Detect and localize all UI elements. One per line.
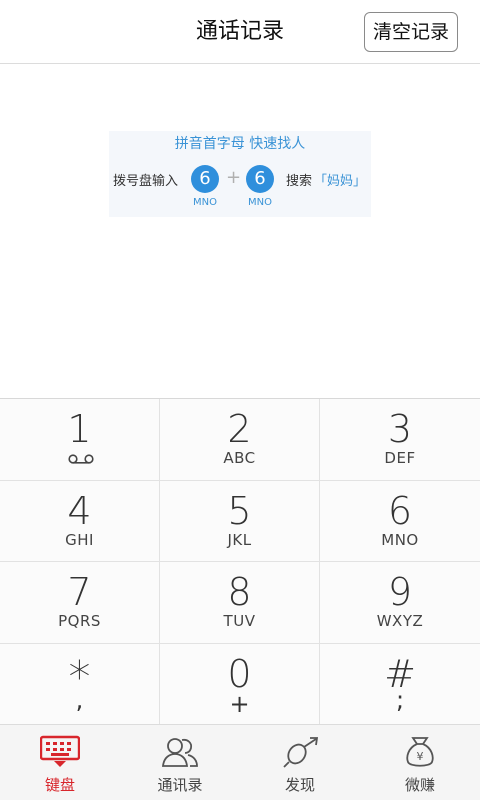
key-digit: 0 <box>227 651 252 696</box>
key-2[interactable]: 2 ABC <box>160 399 320 481</box>
key-letters: ABC <box>223 449 256 467</box>
svg-text:¥: ¥ <box>417 750 424 763</box>
tab-keyboard[interactable]: 键盘 <box>0 725 120 800</box>
key-symbol: , <box>75 685 84 714</box>
tip-example-row: 拨号盘输入 6 + 6 搜索 「妈妈」 <box>109 165 371 193</box>
key-star[interactable]: * , <box>0 643 160 725</box>
tip-letters: MNO <box>193 197 217 208</box>
tab-earn[interactable]: ¥ 微赚 <box>360 725 480 800</box>
key-letters: PQRS <box>58 612 101 630</box>
tab-label: 发现 <box>284 776 315 794</box>
key-hash[interactable]: # ; <box>320 644 480 726</box>
tab-label: 通讯录 <box>157 776 203 794</box>
key-6[interactable]: 6 MNO <box>320 481 480 562</box>
key-digit: 8 <box>227 570 252 614</box>
key-digit: 7 <box>67 570 92 614</box>
tip-search-label: 搜索 <box>286 174 313 189</box>
clear-records-button[interactable]: 清空记录 <box>364 12 458 52</box>
key-digit: 3 <box>387 407 413 451</box>
key-7[interactable]: 7 PQRS <box>0 562 160 644</box>
key-symbol: ; <box>395 685 405 714</box>
key-letters: TUV <box>223 612 256 630</box>
tip-letters: MNO <box>248 197 272 208</box>
keyboard-icon <box>40 735 80 767</box>
key-4[interactable]: 4 GHI <box>0 480 160 562</box>
tip-prefix: 拨号盘输入 <box>113 174 179 189</box>
tab-discover[interactable]: 发现 <box>240 725 360 800</box>
tip-headline: 拼音首字母 快速找人 <box>174 136 306 152</box>
voicemail-icon <box>68 454 94 464</box>
top-bar: 通话记录 清空记录 <box>0 0 480 64</box>
key-letters: DEF <box>384 449 416 467</box>
key-digit: 5 <box>227 488 252 533</box>
discover-icon <box>283 737 319 768</box>
dial-keypad: 1 2 ABC 3 DEF 4 GHI 5 JKL 6 MNO 7 PQRS 8… <box>0 398 480 726</box>
key-digit: 9 <box>387 570 413 614</box>
key-8[interactable]: 8 TUV <box>160 562 320 644</box>
tip-digit-bubble: 6 <box>246 165 274 193</box>
money-bag-icon: ¥ <box>406 737 434 767</box>
key-digit: 4 <box>67 488 92 533</box>
pinyin-search-tip: 拼音首字母 快速找人 拨号盘输入 6 + 6 搜索 「妈妈」 MNO MNO <box>109 131 371 217</box>
key-symbol: + <box>229 689 250 718</box>
contacts-icon <box>161 738 198 767</box>
tip-example-name: 「妈妈」 <box>314 174 367 189</box>
key-9[interactable]: 9 WXYZ <box>320 562 480 644</box>
tip-digit-bubble: 6 <box>191 165 219 193</box>
key-digit: 6 <box>387 488 413 533</box>
tab-label: 键盘 <box>44 776 75 794</box>
key-digit: 1 <box>67 407 92 451</box>
key-digit: 2 <box>227 407 252 451</box>
key-1[interactable]: 1 <box>0 399 160 481</box>
tip-plus: + <box>226 167 242 188</box>
key-letters: GHI <box>65 530 94 549</box>
key-letters: JKL <box>227 530 252 549</box>
key-5[interactable]: 5 JKL <box>160 480 320 562</box>
bottom-tab-bar: 键盘 通讯录 发现 ¥ 微赚 <box>0 724 480 800</box>
key-letters: MNO <box>381 530 419 549</box>
tab-contacts[interactable]: 通讯录 <box>120 725 240 800</box>
key-3[interactable]: 3 DEF <box>320 399 480 481</box>
tab-label: 微赚 <box>404 776 435 794</box>
key-0[interactable]: 0 + <box>160 643 320 725</box>
key-letters: WXYZ <box>376 612 424 630</box>
